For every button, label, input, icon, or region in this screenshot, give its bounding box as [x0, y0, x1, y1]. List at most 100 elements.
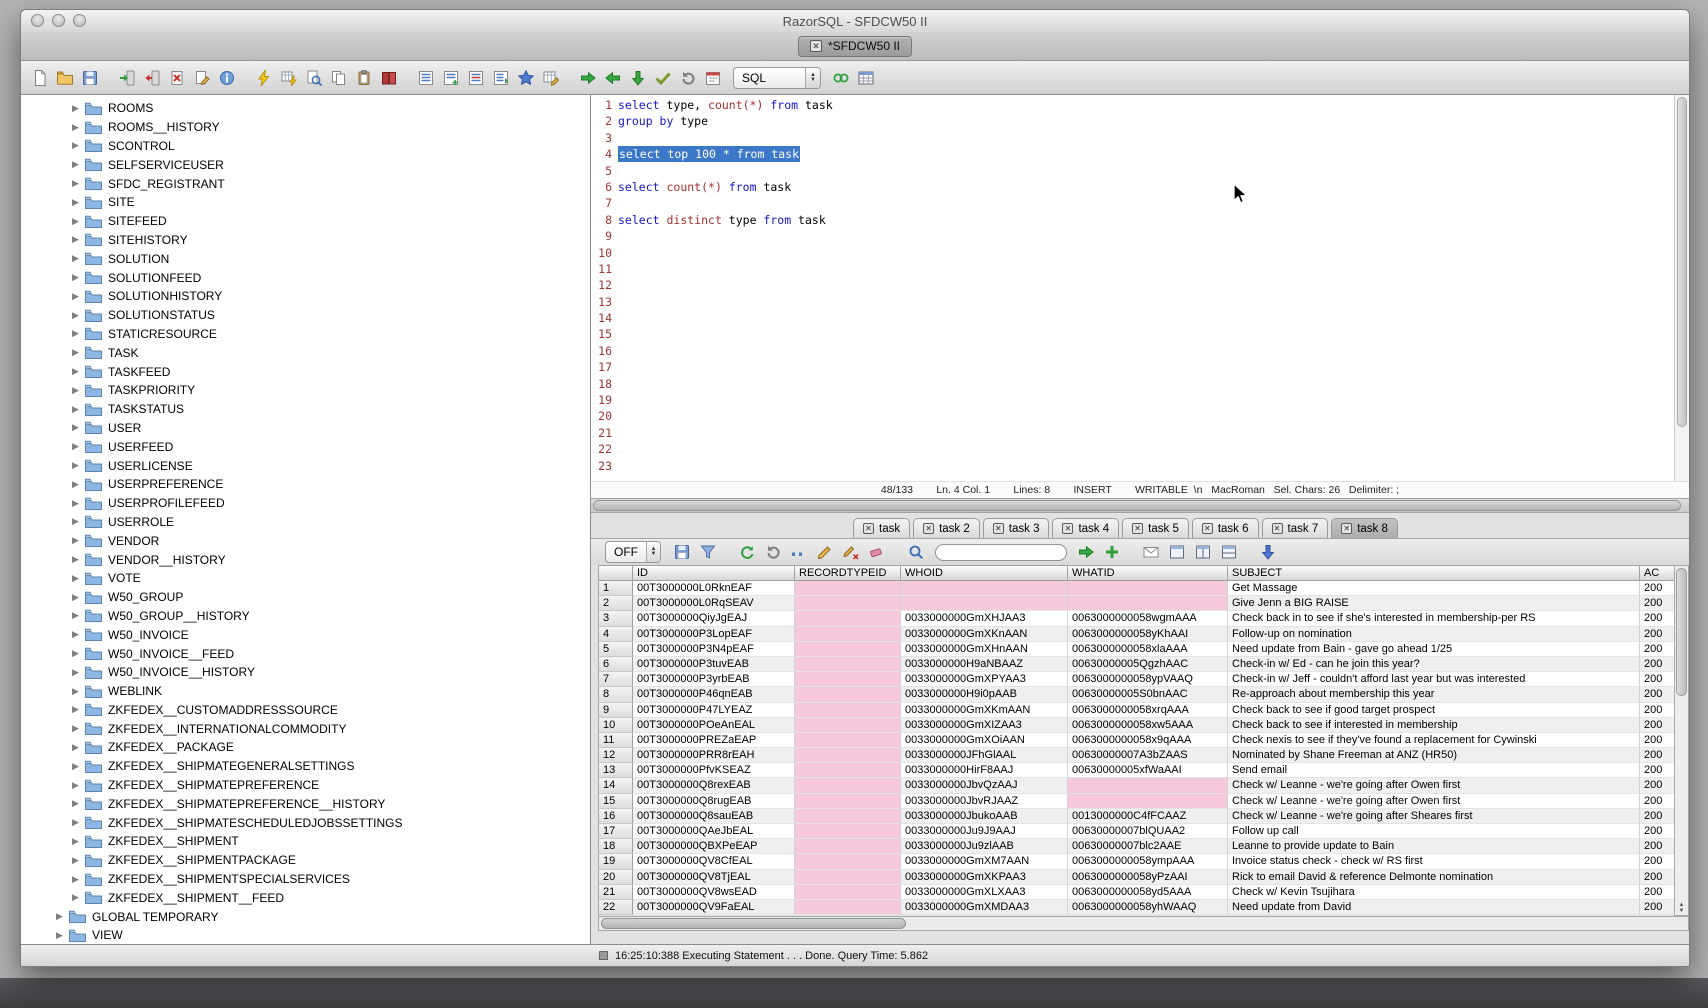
star-icon[interactable]	[515, 67, 537, 89]
tree-item[interactable]: ▶VIEW	[21, 926, 590, 944]
tree-item[interactable]: ▶TASK	[21, 343, 590, 362]
list4-icon[interactable]	[490, 67, 512, 89]
cell[interactable]: 00T3000000Q8rexEAB	[633, 778, 795, 793]
cell[interactable]: 0063000000058yKhAAI	[1068, 627, 1228, 642]
disclosure-triangle-icon[interactable]: ▶	[53, 911, 66, 922]
tree-item[interactable]: ▶ROOMS	[21, 99, 590, 118]
win3-icon[interactable]	[1218, 541, 1240, 563]
result-tab[interactable]: ✕task 8	[1331, 518, 1398, 538]
editor-line[interactable]	[618, 408, 1674, 424]
cell[interactable]: 00630000005S0bnAAC	[1068, 687, 1228, 702]
cell[interactable]: 0063000000058wgmAAA	[1068, 611, 1228, 626]
disconnect-icon[interactable]	[141, 67, 163, 89]
autocommit-select[interactable]: OFF ▲▼	[605, 541, 661, 563]
cell[interactable]: 0033000000GmXKPAA3	[901, 870, 1068, 885]
down-blue-icon[interactable]	[1257, 541, 1279, 563]
editor-line[interactable]	[618, 245, 1674, 261]
disclosure-triangle-icon[interactable]: ▶	[69, 573, 82, 584]
disclosure-triangle-icon[interactable]: ▶	[69, 197, 82, 208]
tree-item[interactable]: ▶TASKSTATUS	[21, 400, 590, 419]
cell[interactable]: 00T3000000P3yrbEAB	[633, 672, 795, 687]
row-number[interactable]: 22	[599, 900, 633, 915]
cell[interactable]: 00T3000000QV8wsEAD	[633, 885, 795, 900]
cell[interactable]: 0033000000GmXHnAAN	[901, 642, 1068, 657]
cell[interactable]: 00T3000000P3tuvEAB	[633, 657, 795, 672]
table-row[interactable]: 500T3000000P3N4pEAF0033000000GmXHnAAN006…	[599, 642, 1674, 657]
cell[interactable]: 200	[1640, 748, 1674, 763]
cell[interactable]: Follow-up on nomination	[1228, 627, 1640, 642]
cell[interactable]: 0033000000GmXHJAA3	[901, 611, 1068, 626]
column-header[interactable]: ID	[633, 566, 795, 581]
table-row[interactable]: 1400T3000000Q8rexEAB0033000000JbvQzAAJCh…	[599, 778, 1674, 793]
tree-item[interactable]: ▶ZKFEDEX__SHIPMENTSPECIALSERVICES	[21, 870, 590, 889]
disclosure-triangle-icon[interactable]: ▶	[69, 855, 82, 866]
cell[interactable]: Follow up call	[1228, 824, 1640, 839]
cell[interactable]: 00T3000000P3N4pEAF	[633, 642, 795, 657]
table-row[interactable]: 300T3000000QiyJgEAJ0033000000GmXHJAA3006…	[599, 611, 1674, 626]
cell[interactable]	[1068, 596, 1228, 611]
cell[interactable]	[795, 657, 901, 672]
table-row[interactable]: 1700T3000000QAeJbEAL0033000000Ju9J9AAJ00…	[599, 824, 1674, 839]
cell[interactable]	[795, 627, 901, 642]
cell[interactable]	[1068, 778, 1228, 793]
tree-item[interactable]: ▶ZKFEDEX__CUSTOMADDRESSSOURCE	[21, 701, 590, 720]
cell[interactable]: 0033000000H9i0pAAB	[901, 687, 1068, 702]
win2-icon[interactable]	[1192, 541, 1214, 563]
info-icon[interactable]	[216, 67, 238, 89]
doc-search-icon[interactable]	[303, 67, 325, 89]
tree-item[interactable]: ▶USERPREFERENCE	[21, 475, 590, 494]
disclosure-triangle-icon[interactable]: ▶	[69, 385, 82, 396]
cell[interactable]	[901, 596, 1068, 611]
cell[interactable]: 0033000000GmXLXAA3	[901, 885, 1068, 900]
new-file-icon[interactable]	[29, 67, 51, 89]
disclosure-triangle-icon[interactable]: ▶	[69, 554, 82, 565]
cell[interactable]: 0033000000Ju9zlAAB	[901, 839, 1068, 854]
cell[interactable]: 00T3000000P47LYEAZ	[633, 703, 795, 718]
table-edit-icon[interactable]	[540, 67, 562, 89]
row-number[interactable]: 21	[599, 885, 633, 900]
cell[interactable]: 0063000000058ympAAA	[1068, 854, 1228, 869]
sql-editor[interactable]: 1234567891011121314151617181920212223 se…	[591, 95, 1689, 481]
disclosure-triangle-icon[interactable]: ▶	[69, 404, 82, 415]
refresh-icon[interactable]	[736, 541, 758, 563]
cell[interactable]: 0033000000JbvRJAAZ	[901, 794, 1068, 809]
copy-icon[interactable]	[328, 67, 350, 89]
cell[interactable]: 200	[1640, 672, 1674, 687]
tree-item[interactable]: ▶VENDOR__HISTORY	[21, 550, 590, 569]
cell[interactable]: Get Massage	[1228, 581, 1640, 596]
tree-item[interactable]: ▶VENDOR	[21, 531, 590, 550]
result-tab[interactable]: ✕task 7	[1262, 518, 1329, 538]
save-icon[interactable]	[671, 541, 693, 563]
editor-line[interactable]: select type, count(*) from task	[618, 97, 1674, 113]
list2-icon[interactable]	[440, 67, 462, 89]
disclosure-triangle-icon[interactable]: ▶	[69, 253, 82, 264]
disclosure-triangle-icon[interactable]: ▶	[69, 535, 82, 546]
cell[interactable]	[795, 839, 901, 854]
cell[interactable]	[795, 763, 901, 778]
row-number[interactable]: 7	[599, 672, 633, 687]
disclosure-triangle-icon[interactable]: ▶	[69, 817, 82, 828]
results-table-header[interactable]: IDRECORDTYPEIDWHOIDWHATIDSUBJECTAC	[599, 565, 1674, 581]
disclosure-triangle-icon[interactable]: ▶	[69, 234, 82, 245]
minimize-window-button[interactable]	[52, 14, 65, 27]
results-vertical-scrollbar[interactable]: ▲▼	[1674, 565, 1689, 916]
pencil-icon[interactable]	[814, 541, 836, 563]
column-header[interactable]: SUBJECT	[1228, 566, 1640, 581]
table-row[interactable]: 1500T3000000Q8rugEAB0033000000JbvRJAAZCh…	[599, 794, 1674, 809]
tree-item[interactable]: ▶ZKFEDEX__SHIPMATEPREFERENCE	[21, 776, 590, 795]
tab-close-icon[interactable]: ✕	[1341, 523, 1352, 534]
disclosure-triangle-icon[interactable]: ▶	[69, 140, 82, 151]
cell[interactable]: 0033000000JbukoAAB	[901, 809, 1068, 824]
cell[interactable]: Re-approach about membership this year	[1228, 687, 1640, 702]
cell[interactable]: 200	[1640, 885, 1674, 900]
cell[interactable]: 200	[1640, 870, 1674, 885]
disclosure-triangle-icon[interactable]: ▶	[69, 761, 82, 772]
cell[interactable]: 200	[1640, 611, 1674, 626]
calendar-icon[interactable]	[702, 67, 724, 89]
tree-item[interactable]: ▶SELFSERVICEUSER	[21, 155, 590, 174]
tree-item[interactable]: ▶SOLUTIONFEED	[21, 268, 590, 287]
cell[interactable]: 0033000000GmXKmAAN	[901, 703, 1068, 718]
editor-line[interactable]	[618, 425, 1674, 441]
disclosure-triangle-icon[interactable]: ▶	[69, 610, 82, 621]
cell[interactable]: 0063000000058xlaAAA	[1068, 642, 1228, 657]
